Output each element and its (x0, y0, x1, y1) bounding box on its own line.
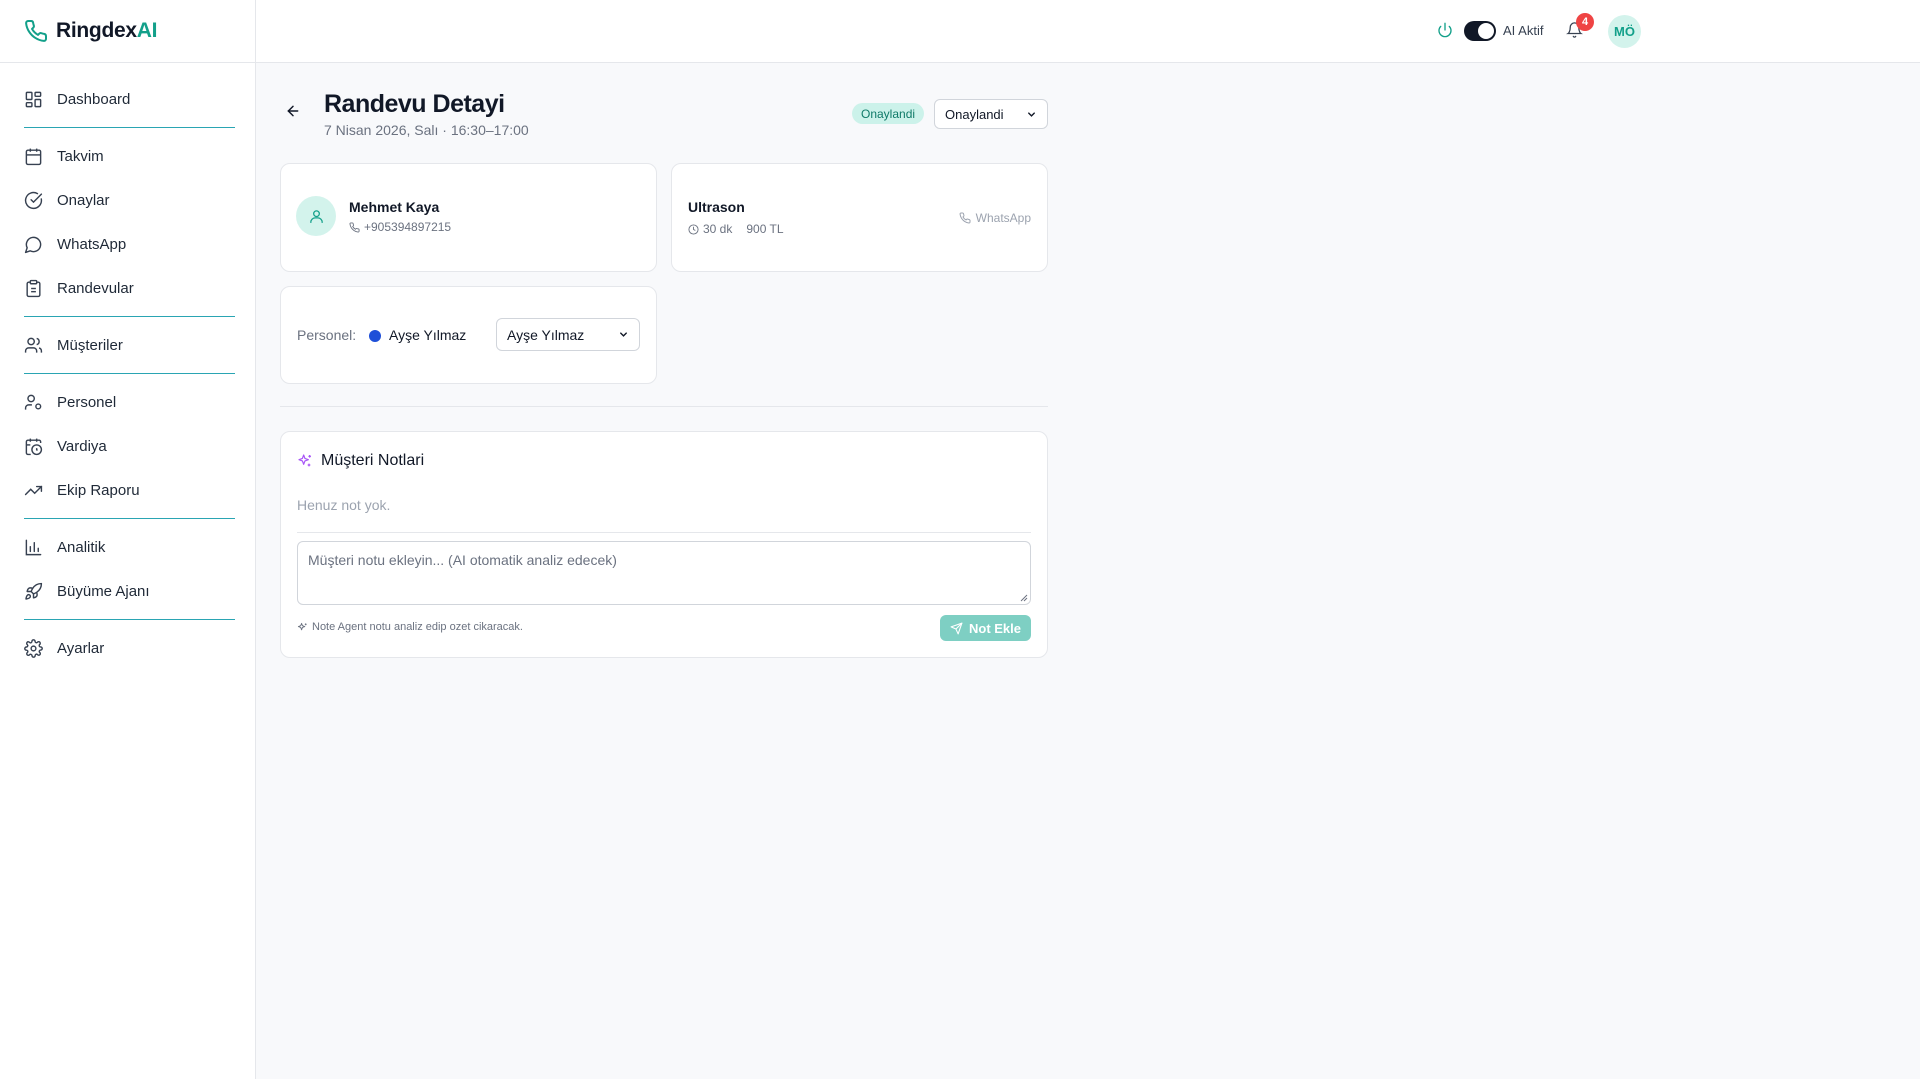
sidebar-item-label: Ekip Raporu (57, 481, 140, 499)
toggle-knob (1478, 23, 1494, 39)
chevron-down-icon (618, 329, 629, 340)
nav-divider (24, 373, 235, 374)
customer-notes-card: Müşteri Notlari Henuz not yok. Müşteri n… (280, 431, 1048, 658)
sidebar-item-musteriler[interactable]: Müşteriler (24, 323, 235, 367)
service-duration: 30 dk (703, 222, 733, 236)
sidebar-item-label: Personel (57, 393, 117, 411)
gear-icon (24, 638, 43, 658)
notes-divider (297, 532, 1031, 533)
sidebar-item-analitik[interactable]: Analitik (24, 525, 235, 569)
calendar-icon (24, 147, 43, 166)
add-note-button[interactable]: Not Ekle (940, 615, 1031, 641)
sparkles-icon (297, 453, 313, 469)
send-icon (950, 622, 963, 635)
appointment-datetime: 7 Nisan 2026, Salı · 16:30–17:00 (324, 122, 529, 138)
sidebar-item-whatsapp[interactable]: WhatsApp (24, 222, 235, 266)
sidebar-item-label: Vardiya (57, 437, 107, 455)
phone-logo-icon (24, 19, 48, 43)
brand-name: RingdexAI (56, 19, 158, 42)
booking-channel: WhatsApp (959, 211, 1031, 225)
staff-color-dot (369, 330, 381, 342)
clipboard-icon (24, 279, 43, 298)
power-icon (1437, 22, 1453, 38)
sidebar-item-onaylar[interactable]: Onaylar (24, 178, 235, 222)
customer-phone-number: +905394897215 (364, 220, 452, 234)
sidebar-item-buyume-ajani[interactable]: Büyüme Ajanı (24, 569, 235, 613)
nav-divider (24, 518, 235, 519)
status-select-value: Onaylandi (945, 106, 1004, 122)
trending-up-icon (24, 481, 43, 500)
sidebar-item-takvim[interactable]: Takvim (24, 134, 235, 178)
clock-icon (688, 223, 699, 235)
ai-status-label: AI Aktif (1503, 23, 1544, 38)
sidebar-item-dashboard[interactable]: Dashboard (24, 77, 235, 121)
sidebar-item-label: Randevular (57, 279, 134, 297)
nav-divider (24, 316, 235, 317)
sidebar-item-label: Müşteriler (57, 336, 123, 354)
nav-divider (24, 127, 235, 128)
sidebar-item-label: Takvim (57, 147, 104, 165)
staff-card: Personel: Ayşe Yılmaz Ayşe Yılmaz (280, 286, 657, 384)
note-placeholder: Müşteri notu ekleyin... (AI otomatik ana… (308, 552, 617, 568)
service-meta: 30 dk 900 TL (688, 222, 784, 236)
sidebar-item-label: Dashboard (57, 90, 131, 108)
sidebar-item-label: WhatsApp (57, 235, 127, 253)
staff-select[interactable]: Ayşe Yılmaz (496, 318, 640, 351)
channel-label: WhatsApp (975, 211, 1031, 225)
sidebar-item-label: Onaylar (57, 191, 110, 209)
back-arrow-icon[interactable] (285, 103, 301, 119)
sidebar-item-ayarlar[interactable]: Ayarlar (24, 626, 235, 670)
customer-phone: +905394897215 (349, 220, 451, 234)
status-select[interactable]: Onaylandi (934, 99, 1048, 129)
avatar[interactable]: MÖ (1608, 15, 1641, 48)
brand-logo[interactable]: RingdexAI (0, 0, 255, 63)
customer-avatar (296, 196, 336, 236)
service-card: Ultrason 30 dk 900 TL WhatsApp (671, 163, 1048, 272)
sidebar-item-label: Büyüme Ajanı (57, 582, 150, 600)
service-price: 900 TL (746, 222, 784, 236)
grid-icon (24, 90, 43, 109)
check-circle-icon (24, 191, 43, 210)
add-note-button-label: Not Ekle (968, 620, 1021, 636)
note-textarea[interactable]: Müşteri notu ekleyin... (AI otomatik ana… (297, 541, 1031, 605)
customer-card: Mehmet Kaya +905394897215 (280, 163, 657, 272)
staff-select-value: Ayşe Yılmaz (507, 326, 585, 343)
sidebar-item-personel[interactable]: Personel (24, 380, 235, 424)
page-title: Randevu Detayi (324, 90, 505, 118)
users-icon (24, 336, 43, 355)
topbar (256, 0, 1920, 63)
phone-icon (959, 212, 971, 224)
notes-title: Müşteri Notlari (297, 452, 424, 470)
note-agent-hint: Note Agent notu analiz edip ozet cikarac… (297, 621, 523, 633)
sidebar: RingdexAI Dashboard Takvim Onaylar Whats… (0, 0, 256, 1079)
calendar-clock-icon (24, 437, 43, 456)
staff-name: Ayşe Yılmaz (389, 327, 467, 343)
sidebar-item-ekip-raporu[interactable]: Ekip Raporu (24, 468, 235, 512)
sidebar-item-label: Analitik (57, 538, 106, 556)
customer-name[interactable]: Mehmet Kaya (349, 199, 439, 215)
sidebar-item-randevular[interactable]: Randevular (24, 266, 235, 310)
staff-label: Personel: (297, 327, 357, 343)
sidebar-item-label: Ayarlar (57, 639, 105, 657)
sparkles-icon (297, 622, 308, 633)
chevron-down-icon (1026, 109, 1037, 120)
status-badge: Onaylandi (852, 103, 925, 124)
section-divider (280, 406, 1048, 407)
ai-toggle[interactable] (1464, 21, 1496, 41)
notes-empty-state: Henuz not yok. (297, 497, 391, 513)
sidebar-item-vardiya[interactable]: Vardiya (24, 424, 235, 468)
sidebar-nav: Dashboard Takvim Onaylar WhatsApp Randev… (0, 63, 255, 670)
nav-divider (24, 619, 235, 620)
phone-icon (349, 221, 360, 233)
note-agent-hint-text: Note Agent notu analiz edip ozet cikarac… (312, 621, 523, 633)
notification-badge: 4 (1576, 13, 1594, 31)
user-icon (308, 208, 325, 225)
bar-chart-icon (24, 538, 43, 557)
resize-grip-icon[interactable] (1020, 594, 1028, 602)
user-cog-icon (24, 393, 43, 412)
service-name: Ultrason (688, 199, 745, 215)
notes-title-text: Müşteri Notlari (321, 452, 425, 469)
chat-bubble-icon (24, 235, 43, 254)
rocket-icon (24, 582, 43, 601)
